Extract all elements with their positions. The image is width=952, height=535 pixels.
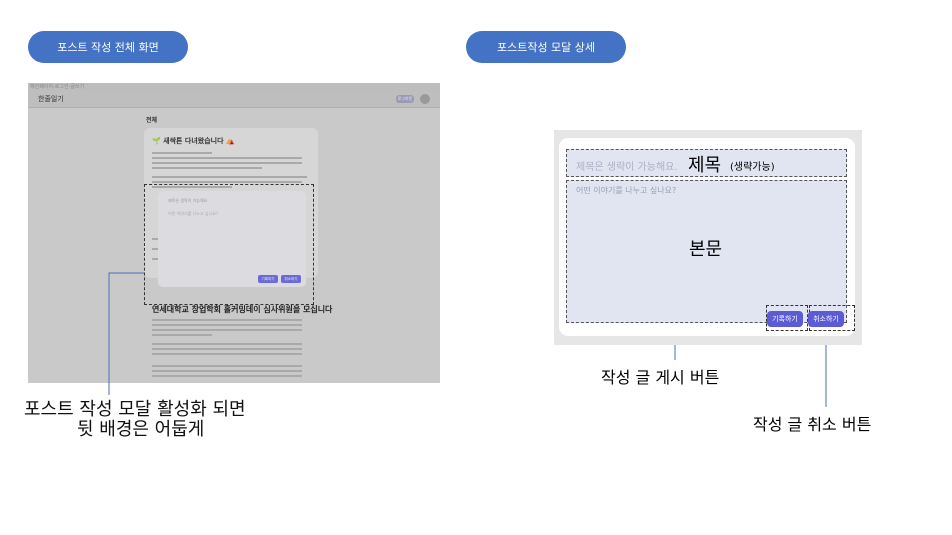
title-placeholder: 제목은 생략이 가능해요. xyxy=(576,162,678,173)
title-annotation-note: (생략가능) xyxy=(730,162,775,173)
title-annotation: 제목 xyxy=(688,155,722,176)
body-annotation: 본문 xyxy=(689,239,723,260)
submit-button-note: 작성 글 게시 버튼 xyxy=(601,368,720,387)
title-input[interactable]: 제목은 생략이 가능해요. 제목 (생략가능) xyxy=(566,149,847,177)
body-placeholder: 어떤 이야기를 나누고 싶나요? xyxy=(576,186,677,195)
modal-active-note-line2: 뒷 배경은 어둡게 xyxy=(77,419,205,440)
submit-button[interactable]: 기록하기 xyxy=(767,311,803,327)
cancel-button[interactable]: 취소하기 xyxy=(808,311,844,327)
body-textarea[interactable]: 어떤 이야기를 나누고 싶나요? 본문 xyxy=(566,180,855,331)
cancel-button-note: 작성 글 취소 버튼 xyxy=(753,415,872,434)
post-write-modal: 제목은 생략이 가능해요. 제목 (생략가능) 어떤 이야기를 나누고 싶나요?… xyxy=(559,138,855,336)
